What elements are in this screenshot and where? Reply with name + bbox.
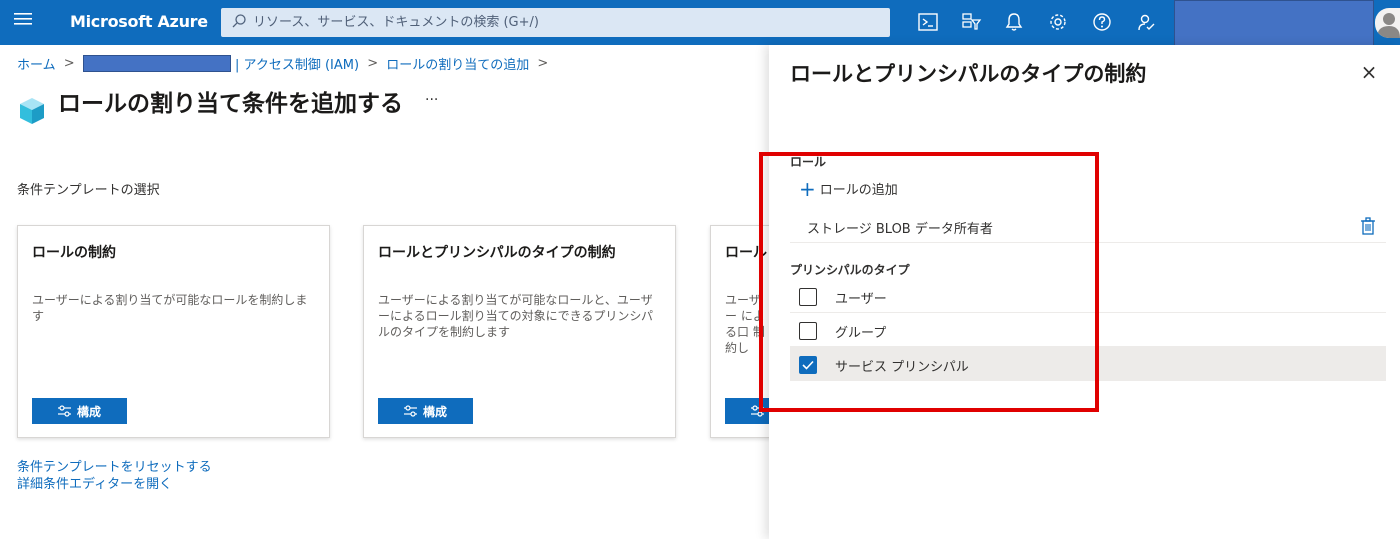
card-description: ユーザー による口 制約し	[725, 293, 765, 355]
configure-sliders-icon	[750, 405, 764, 417]
template-card-role-principal: ロールとプリンシパルのタイプの制約 ユーザーによる割り当てが可能なロールと、ユー…	[363, 225, 676, 438]
feedback-icon[interactable]	[1135, 11, 1157, 33]
add-role-label: ロールの追加	[819, 183, 898, 198]
principal-option-user[interactable]: ユーザー	[790, 279, 1386, 313]
configure-button-label: 構成	[76, 404, 101, 419]
top-bar: Microsoft Azure	[0, 0, 1400, 49]
breadcrumb-separator: >	[367, 56, 379, 71]
principal-option-service-principal[interactable]: サービス プリンシパル	[790, 347, 1386, 381]
card-title: ロールとプリンシパルのタイプの制約	[378, 245, 616, 261]
card-description: ユーザーによる割り当てが可能なロールと、ユーザーによるロール割り当ての対象にでき…	[378, 293, 654, 339]
settings-icon[interactable]	[1047, 11, 1069, 33]
configure-button-label: 構成	[422, 404, 447, 419]
search-icon	[231, 13, 247, 29]
delete-trash-icon[interactable]	[1360, 217, 1376, 235]
breadcrumb-add-role[interactable]: ロールの割り当ての追加	[386, 58, 529, 73]
account-redaction[interactable]	[1174, 0, 1374, 49]
cloud-shell-icon[interactable]	[917, 11, 939, 33]
breadcrumb-redaction[interactable]	[82, 55, 231, 72]
search-input[interactable]	[253, 8, 873, 37]
card-title: ロールの制約	[32, 245, 116, 261]
template-card-role: ロールの制約 ユーザーによる割り当てが可能なロールを制約します 構成	[17, 225, 330, 438]
breadcrumb-home[interactable]: ホーム	[17, 58, 56, 73]
role-section-label: ロール	[790, 155, 827, 169]
checkbox[interactable]	[799, 288, 817, 306]
checkmark-icon	[802, 360, 814, 370]
card-description: ユーザーによる割り当てが可能なロールを制約します	[32, 293, 308, 323]
template-section-label: 条件テンプレートの選択	[17, 183, 160, 198]
checkbox[interactable]	[799, 322, 817, 340]
plus-icon: +	[799, 177, 816, 201]
page-title: ロールの割り当て条件を追加する	[58, 91, 403, 117]
brand-title[interactable]: Microsoft Azure	[70, 12, 208, 31]
help-icon[interactable]	[1091, 11, 1113, 33]
role-name: ストレージ BLOB データ所有者	[807, 222, 993, 237]
panel-title: ロールとプリンシパルのタイプの制約	[790, 62, 1147, 86]
directory-filter-icon[interactable]	[960, 11, 982, 33]
role-assignment-cube-icon	[18, 96, 46, 126]
configure-button[interactable]: 構成	[32, 398, 127, 424]
more-options-button[interactable]: ···	[425, 92, 438, 108]
restrict-roles-principals-panel: ロールとプリンシパルのタイプの制約 × ロール + ロールの追加 ストレージ BL…	[769, 45, 1400, 539]
principal-option-group[interactable]: グループ	[790, 313, 1386, 347]
close-icon[interactable]: ×	[1360, 62, 1378, 82]
add-role-button[interactable]: + ロールの追加	[799, 177, 898, 201]
breadcrumb-iam[interactable]: | アクセス制御 (IAM)	[235, 58, 359, 73]
principal-type-label: プリンシパルのタイプ	[790, 263, 910, 277]
breadcrumb: ホーム > | アクセス制御 (IAM) > ロールの割り当ての追加 >	[17, 54, 552, 74]
role-list-item: ストレージ BLOB データ所有者	[790, 209, 1386, 243]
card-title: ロール	[725, 245, 767, 261]
breadcrumb-separator: >	[63, 56, 75, 71]
checkbox-label: サービス プリンシパル	[835, 360, 969, 375]
hamburger-menu-icon[interactable]	[14, 11, 34, 33]
configure-sliders-icon	[57, 405, 71, 417]
breadcrumb-separator: >	[537, 56, 549, 71]
notifications-icon[interactable]	[1003, 11, 1025, 33]
avatar[interactable]	[1375, 8, 1400, 38]
advanced-editor-link[interactable]: 詳細条件エディターを開く	[17, 473, 172, 492]
global-search-box[interactable]	[221, 8, 890, 37]
configure-button[interactable]: 構成	[378, 398, 473, 424]
configure-sliders-icon	[403, 405, 417, 417]
checkbox-label: ユーザー	[835, 292, 887, 307]
checkbox-label: グループ	[835, 326, 887, 341]
checkbox-checked[interactable]	[799, 356, 817, 374]
